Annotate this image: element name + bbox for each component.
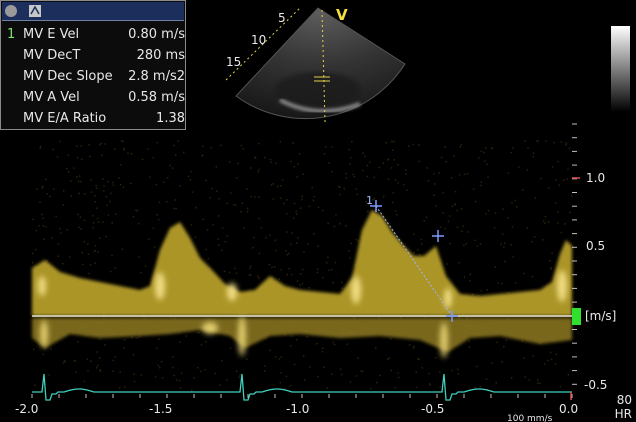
velocity-tick-neg-0-5: -0.5	[584, 378, 607, 392]
panel-toggle-icon[interactable]	[5, 5, 17, 17]
meas-value: 0.80 m/s	[128, 27, 185, 42]
measurement-panel[interactable]: 1 MV E Vel 0.80 m/s MV DecT 280 ms MV De…	[0, 0, 186, 130]
panel-titlebar[interactable]	[2, 2, 184, 21]
orientation-marker: V	[336, 6, 348, 24]
echo-2d-image: 5 10 15 V	[225, 6, 406, 123]
meas-label: MV A Vel	[23, 90, 80, 105]
depth-mark-10: 10	[251, 33, 266, 47]
sweep-speed: 100 mm/s	[507, 414, 553, 422]
cursor-number-label: 1	[366, 194, 373, 207]
time-tick-neg-0-5: -0.5	[421, 402, 444, 416]
heart-rate-unit: HR	[614, 407, 632, 421]
depth-mark-5: 5	[278, 11, 286, 25]
time-tick-neg-2-0: -2.0	[15, 402, 38, 416]
meas-row-a-vel[interactable]: MV A Vel 0.58 m/s	[1, 87, 187, 108]
time-tick-neg-1-0: -1.0	[286, 402, 309, 416]
meas-row-dec-slope[interactable]: MV Dec Slope 2.8 m/s2	[1, 66, 187, 87]
time-tick-neg-1-5: -1.5	[149, 402, 172, 416]
velocity-tick-1-0: 1.0	[586, 171, 605, 185]
meas-label: MV Dec Slope	[23, 69, 113, 84]
meas-value: 280 ms	[136, 48, 185, 63]
velocity-tick-0-5: 0.5	[586, 239, 605, 253]
time-axis: -2.0 -1.5 -1.0 -0.5 0.0 100 mm/s	[15, 392, 578, 422]
meas-label: MV E Vel	[23, 27, 80, 42]
meas-label: MV E/A Ratio	[23, 111, 107, 126]
velocity-unit-label: [m/s]	[585, 309, 616, 323]
meas-row-ea-ratio[interactable]: MV E/A Ratio 1.38	[1, 108, 187, 129]
meas-value: 0.58 m/s	[128, 90, 185, 105]
meas-label: MV DecT	[23, 48, 81, 63]
heart-rate-value: 80	[616, 393, 632, 407]
meas-value: 2.8 m/s2	[128, 69, 185, 84]
meas-row-dect[interactable]: MV DecT 280 ms	[1, 45, 187, 66]
meas-row-e-vel[interactable]: 1 MV E Vel 0.80 m/s	[1, 24, 187, 45]
measurement-tool-icon[interactable]	[28, 4, 42, 18]
meas-index: 1	[7, 27, 16, 42]
time-tick-0-0: 0.0	[559, 402, 578, 416]
grayscale-bar	[611, 26, 630, 112]
depth-mark-15: 15	[226, 55, 241, 69]
velocity-scale: 1.0 0.5 -0.5 [m/s]	[572, 123, 616, 392]
doppler-spectrum	[32, 140, 573, 392]
meas-value: 1.38	[156, 111, 185, 126]
baseline-marker[interactable]	[572, 308, 581, 325]
